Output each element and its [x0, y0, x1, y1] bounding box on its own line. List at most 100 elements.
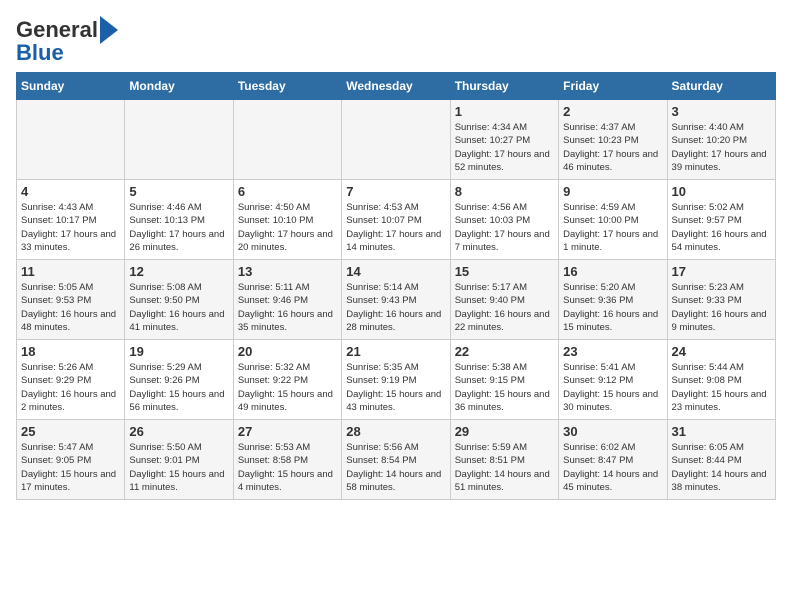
day-number: 26: [129, 424, 228, 439]
day-info: Sunrise: 5:56 AM Sunset: 8:54 PM Dayligh…: [346, 441, 445, 494]
day-header-monday: Monday: [125, 73, 233, 100]
calendar-cell: 23 Sunrise: 5:41 AM Sunset: 9:12 PM Dayli…: [559, 340, 667, 420]
day-info: Sunrise: 5:50 AM Sunset: 9:01 PM Dayligh…: [129, 441, 228, 494]
calendar-cell: [125, 100, 233, 180]
calendar-cell: 8Sunrise: 4:56 AM Sunset: 10:03 PM Dayli…: [450, 180, 558, 260]
day-number: 30: [563, 424, 662, 439]
calendar-cell: 12 Sunrise: 5:08 AM Sunset: 9:50 PM Dayli…: [125, 260, 233, 340]
calendar-cell: 18 Sunrise: 5:26 AM Sunset: 9:29 PM Dayli…: [17, 340, 125, 420]
calendar-cell: 10 Sunrise: 5:02 AM Sunset: 9:57 PM Dayli…: [667, 180, 775, 260]
day-number: 12: [129, 264, 228, 279]
day-info: Sunrise: 5:20 AM Sunset: 9:36 PM Dayligh…: [563, 281, 662, 334]
calendar-cell: 31 Sunrise: 6:05 AM Sunset: 8:44 PM Dayli…: [667, 420, 775, 500]
day-info: Sunrise: 4:56 AM Sunset: 10:03 PM Daylig…: [455, 201, 554, 254]
day-info: Sunrise: 5:17 AM Sunset: 9:40 PM Dayligh…: [455, 281, 554, 334]
day-number: 27: [238, 424, 337, 439]
day-number: 28: [346, 424, 445, 439]
day-number: 13: [238, 264, 337, 279]
day-number: 15: [455, 264, 554, 279]
day-number: 18: [21, 344, 120, 359]
day-header-thursday: Thursday: [450, 73, 558, 100]
day-number: 21: [346, 344, 445, 359]
calendar-cell: 13 Sunrise: 5:11 AM Sunset: 9:46 PM Dayli…: [233, 260, 341, 340]
calendar-cell: 21 Sunrise: 5:35 AM Sunset: 9:19 PM Dayli…: [342, 340, 450, 420]
day-number: 3: [672, 104, 771, 119]
day-number: 31: [672, 424, 771, 439]
calendar-cell: 28 Sunrise: 5:56 AM Sunset: 8:54 PM Dayli…: [342, 420, 450, 500]
week-row: 11 Sunrise: 5:05 AM Sunset: 9:53 PM Dayli…: [17, 260, 776, 340]
day-info: Sunrise: 5:02 AM Sunset: 9:57 PM Dayligh…: [672, 201, 771, 254]
logo-general: General: [16, 19, 98, 41]
day-info: Sunrise: 4:43 AM Sunset: 10:17 PM Daylig…: [21, 201, 120, 254]
day-number: 9: [563, 184, 662, 199]
day-header-sunday: Sunday: [17, 73, 125, 100]
day-number: 24: [672, 344, 771, 359]
day-number: 11: [21, 264, 120, 279]
day-info: Sunrise: 5:29 AM Sunset: 9:26 PM Dayligh…: [129, 361, 228, 414]
calendar-cell: 2 Sunrise: 4:37 AM Sunset: 10:23 PM Dayli…: [559, 100, 667, 180]
day-info: Sunrise: 5:35 AM Sunset: 9:19 PM Dayligh…: [346, 361, 445, 414]
calendar-cell: 22Sunrise: 5:38 AM Sunset: 9:15 PM Dayli…: [450, 340, 558, 420]
day-number: 20: [238, 344, 337, 359]
calendar-cell: 3Sunrise: 4:40 AM Sunset: 10:20 PM Dayli…: [667, 100, 775, 180]
calendar-cell: [342, 100, 450, 180]
day-info: Sunrise: 5:47 AM Sunset: 9:05 PM Dayligh…: [21, 441, 120, 494]
calendar-cell: [233, 100, 341, 180]
calendar-cell: 26 Sunrise: 5:50 AM Sunset: 9:01 PM Dayli…: [125, 420, 233, 500]
day-header-wednesday: Wednesday: [342, 73, 450, 100]
day-number: 23: [563, 344, 662, 359]
calendar-cell: 16 Sunrise: 5:20 AM Sunset: 9:36 PM Dayli…: [559, 260, 667, 340]
day-number: 22: [455, 344, 554, 359]
day-number: 29: [455, 424, 554, 439]
logo-arrow-icon: [100, 16, 118, 44]
logo-blue: Blue: [16, 42, 64, 64]
day-number: 14: [346, 264, 445, 279]
calendar-cell: 14 Sunrise: 5:14 AM Sunset: 9:43 PM Dayli…: [342, 260, 450, 340]
calendar-cell: 6 Sunrise: 4:50 AM Sunset: 10:10 PM Dayli…: [233, 180, 341, 260]
day-info: Sunrise: 5:26 AM Sunset: 9:29 PM Dayligh…: [21, 361, 120, 414]
day-number: 16: [563, 264, 662, 279]
calendar-cell: 11 Sunrise: 5:05 AM Sunset: 9:53 PM Dayli…: [17, 260, 125, 340]
calendar-table: SundayMondayTuesdayWednesdayThursdayFrid…: [16, 72, 776, 500]
calendar-cell: 27Sunrise: 5:53 AM Sunset: 8:58 PM Dayli…: [233, 420, 341, 500]
day-info: Sunrise: 5:59 AM Sunset: 8:51 PM Dayligh…: [455, 441, 554, 494]
header-row: SundayMondayTuesdayWednesdayThursdayFrid…: [17, 73, 776, 100]
day-number: 6: [238, 184, 337, 199]
calendar-cell: 1Sunrise: 4:34 AM Sunset: 10:27 PM Dayli…: [450, 100, 558, 180]
day-info: Sunrise: 4:37 AM Sunset: 10:23 PM Daylig…: [563, 121, 662, 174]
day-info: Sunrise: 4:53 AM Sunset: 10:07 PM Daylig…: [346, 201, 445, 254]
week-row: 4Sunrise: 4:43 AM Sunset: 10:17 PM Dayli…: [17, 180, 776, 260]
day-number: 10: [672, 184, 771, 199]
day-info: Sunrise: 6:02 AM Sunset: 8:47 PM Dayligh…: [563, 441, 662, 494]
day-info: Sunrise: 5:05 AM Sunset: 9:53 PM Dayligh…: [21, 281, 120, 334]
day-header-tuesday: Tuesday: [233, 73, 341, 100]
week-row: 25Sunrise: 5:47 AM Sunset: 9:05 PM Dayli…: [17, 420, 776, 500]
day-info: Sunrise: 6:05 AM Sunset: 8:44 PM Dayligh…: [672, 441, 771, 494]
calendar-cell: 29 Sunrise: 5:59 AM Sunset: 8:51 PM Dayli…: [450, 420, 558, 500]
day-info: Sunrise: 5:11 AM Sunset: 9:46 PM Dayligh…: [238, 281, 337, 334]
week-row: 18 Sunrise: 5:26 AM Sunset: 9:29 PM Dayli…: [17, 340, 776, 420]
day-number: 19: [129, 344, 228, 359]
day-number: 17: [672, 264, 771, 279]
day-info: Sunrise: 5:32 AM Sunset: 9:22 PM Dayligh…: [238, 361, 337, 414]
week-row: 1Sunrise: 4:34 AM Sunset: 10:27 PM Dayli…: [17, 100, 776, 180]
day-number: 2: [563, 104, 662, 119]
page-header: General Blue: [16, 16, 776, 64]
day-info: Sunrise: 5:44 AM Sunset: 9:08 PM Dayligh…: [672, 361, 771, 414]
calendar-cell: 19 Sunrise: 5:29 AM Sunset: 9:26 PM Dayli…: [125, 340, 233, 420]
day-info: Sunrise: 5:41 AM Sunset: 9:12 PM Dayligh…: [563, 361, 662, 414]
calendar-cell: 7Sunrise: 4:53 AM Sunset: 10:07 PM Dayli…: [342, 180, 450, 260]
logo: General Blue: [16, 16, 118, 64]
calendar-cell: 4Sunrise: 4:43 AM Sunset: 10:17 PM Dayli…: [17, 180, 125, 260]
calendar-cell: 15 Sunrise: 5:17 AM Sunset: 9:40 PM Dayli…: [450, 260, 558, 340]
calendar-cell: 25Sunrise: 5:47 AM Sunset: 9:05 PM Dayli…: [17, 420, 125, 500]
day-info: Sunrise: 5:14 AM Sunset: 9:43 PM Dayligh…: [346, 281, 445, 334]
calendar-cell: 30 Sunrise: 6:02 AM Sunset: 8:47 PM Dayli…: [559, 420, 667, 500]
day-info: Sunrise: 4:46 AM Sunset: 10:13 PM Daylig…: [129, 201, 228, 254]
day-info: Sunrise: 5:23 AM Sunset: 9:33 PM Dayligh…: [672, 281, 771, 334]
day-header-friday: Friday: [559, 73, 667, 100]
day-info: Sunrise: 4:50 AM Sunset: 10:10 PM Daylig…: [238, 201, 337, 254]
calendar-cell: [17, 100, 125, 180]
day-header-saturday: Saturday: [667, 73, 775, 100]
day-info: Sunrise: 5:08 AM Sunset: 9:50 PM Dayligh…: [129, 281, 228, 334]
